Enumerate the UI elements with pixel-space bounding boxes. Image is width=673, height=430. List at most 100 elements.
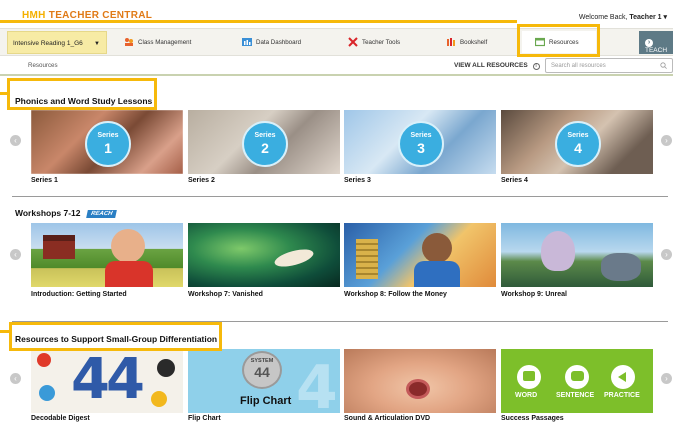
carousel-prev-arrow[interactable]: ‹ — [10, 373, 21, 384]
system-44-logo: SYSTEM 44 — [242, 351, 282, 389]
breadcrumb[interactable]: Resources — [28, 62, 58, 69]
sticker-shape — [39, 385, 55, 401]
sound-articulation-card[interactable] — [344, 349, 496, 413]
card-label[interactable]: Series 2 — [188, 177, 215, 184]
creature-shape — [601, 253, 641, 281]
flip-chart-art-title: Flip Chart — [240, 395, 292, 407]
decodable-44-art: 44 — [71, 349, 145, 412]
card-label[interactable]: Success Passages — [501, 415, 564, 422]
class-select-value: Intensive Reading 1_G6 — [13, 40, 83, 47]
search-input[interactable]: Search all resources — [545, 58, 673, 73]
series-3-badge: Series 3 — [398, 121, 444, 167]
nav-item-label: Teacher Tools — [362, 38, 401, 46]
search-icon — [660, 62, 667, 71]
nav-item-class-management[interactable]: Class Management — [124, 37, 191, 47]
card-label[interactable]: Workshop 7: Vanished — [188, 291, 263, 298]
boy-shirt-shape — [105, 261, 153, 287]
series-2-card[interactable]: Series 2 — [188, 110, 340, 174]
nav-item-label: Bookshelf — [460, 38, 488, 46]
welcome-message[interactable]: Welcome Back, Teacher 1 ▾ — [579, 13, 667, 21]
teach-arrow-icon: › — [645, 39, 653, 47]
carousel-next-arrow[interactable]: › — [661, 249, 672, 260]
view-all-resources-link[interactable]: VIEW ALL RESOURCES i — [454, 62, 540, 70]
teach-button[interactable]: › TEACH — [639, 31, 673, 54]
nav-item-teacher-tools[interactable]: Teacher Tools — [348, 37, 400, 47]
card-label[interactable]: Series 3 — [344, 177, 371, 184]
flip-chart-bg-numeral: 4 — [296, 353, 338, 413]
system-number: 44 — [254, 364, 270, 380]
workshop-8-card[interactable] — [344, 223, 496, 287]
card-label[interactable]: Flip Chart — [188, 415, 221, 422]
carousel-next-arrow[interactable]: › — [661, 373, 672, 384]
series-4-card[interactable]: Series 4 — [501, 110, 653, 174]
teacher-tools-icon — [348, 37, 358, 47]
flip-chart-card[interactable]: 4 SYSTEM 44 Flip Chart — [188, 349, 340, 413]
success-passages-card[interactable]: WORD SENTENCE PRACTICE — [501, 349, 653, 413]
boy-face-shape — [111, 229, 145, 263]
mouth-shape — [406, 379, 430, 399]
sticker-shape — [157, 359, 175, 377]
speaker-icon — [611, 365, 635, 389]
badge-number: 3 — [417, 140, 425, 156]
class-select[interactable]: Intensive Reading 1_G6 ▼ — [7, 31, 107, 54]
data-dashboard-icon — [242, 37, 252, 47]
carousel-next-arrow[interactable]: › — [661, 135, 672, 146]
coin-stack-shape — [356, 239, 378, 279]
welcome-prefix: Welcome Back, — [578, 14, 628, 21]
workshop-9-card[interactable] — [501, 223, 653, 287]
word-icon — [517, 365, 541, 389]
resources-callout — [517, 24, 600, 57]
card-label[interactable]: Decodable Digest — [31, 415, 90, 422]
badge-number: 4 — [574, 140, 582, 156]
card-label[interactable]: Sound & Articulation DVD — [344, 415, 430, 422]
sticker-shape — [37, 353, 51, 367]
class-management-icon — [124, 37, 134, 47]
view-all-label: VIEW ALL RESOURCES — [454, 62, 528, 69]
card-label[interactable]: Workshop 8: Follow the Money — [344, 291, 447, 298]
sentence-icon — [565, 365, 589, 389]
carousel-prev-arrow[interactable]: ‹ — [10, 249, 21, 260]
reach-badge: REACH — [86, 210, 118, 218]
nav-item-label: Class Management — [138, 38, 192, 46]
callout-line — [0, 20, 517, 23]
series-1-badge: Series 1 — [85, 121, 131, 167]
badge-word: Series — [567, 132, 589, 139]
card-label[interactable]: Introduction: Getting Started — [31, 291, 127, 298]
carousel-prev-arrow[interactable]: ‹ — [10, 135, 21, 146]
section-divider — [12, 196, 668, 197]
section-title-workshops: Workshops 7-12 REACH — [15, 208, 118, 218]
nav-item-bookshelf[interactable]: Bookshelf — [446, 37, 487, 47]
sticker-shape — [151, 391, 167, 407]
section-title-text: Workshops 7-12 — [15, 208, 81, 218]
decodable-digest-card[interactable]: 44 — [31, 349, 183, 413]
nav-item-label: Data Dashboard — [256, 38, 302, 46]
series-2-badge: Series 2 — [242, 121, 288, 167]
nav-item-data-dashboard[interactable]: Data Dashboard — [242, 37, 301, 47]
series-3-card[interactable]: Series 3 — [344, 110, 496, 174]
badge-number: 2 — [261, 140, 269, 156]
search-placeholder: Search all resources — [551, 63, 606, 69]
creature-shape — [541, 231, 575, 271]
boy-shirt-shape — [414, 261, 460, 287]
workshop-7-card[interactable] — [188, 223, 340, 287]
series-1-card[interactable]: Series 1 — [31, 110, 183, 174]
small-group-callout — [9, 322, 222, 351]
practice-label: PRACTICE — [604, 392, 640, 399]
series-4-badge: Series 4 — [555, 121, 601, 167]
chevron-down-icon: ▼ — [94, 41, 100, 47]
user-menu[interactable]: Teacher 1 ▾ — [629, 14, 667, 21]
word-label: WORD — [515, 392, 538, 399]
badge-word: Series — [254, 132, 276, 139]
info-icon: i — [532, 63, 540, 70]
boy-face-shape — [422, 233, 452, 263]
card-label[interactable]: Workshop 9: Unreal — [501, 291, 567, 298]
phonics-callout — [7, 78, 157, 110]
workshop-intro-card[interactable] — [31, 223, 183, 287]
card-label[interactable]: Series 4 — [501, 177, 528, 184]
badge-number: 1 — [104, 140, 112, 156]
badge-word: Series — [410, 132, 432, 139]
badge-word: Series — [97, 132, 119, 139]
card-label[interactable]: Series 1 — [31, 177, 58, 184]
sentence-label: SENTENCE — [556, 392, 595, 399]
workshop-7-image — [188, 223, 340, 287]
